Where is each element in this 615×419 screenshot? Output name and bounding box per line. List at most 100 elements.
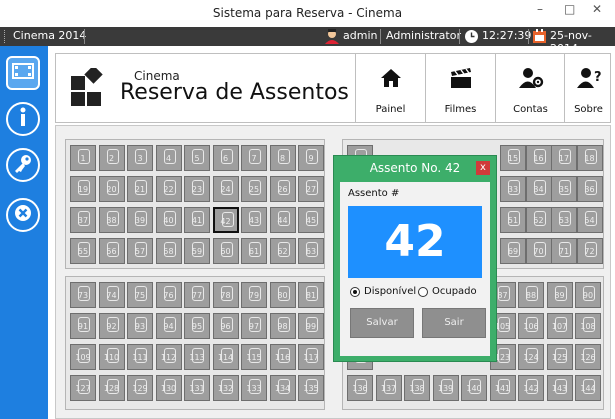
seat-button[interactable]: 76 [155,282,182,308]
seat-button[interactable]: 132 [212,375,239,401]
sidebar-item-films[interactable] [6,56,40,90]
seat-button[interactable]: 72 [576,238,603,264]
seat-button[interactable]: 61 [241,238,267,264]
seat-button[interactable]: 117 [298,344,324,370]
seat-button[interactable]: 23 [184,176,210,202]
seat-button[interactable]: 35 [551,176,577,202]
seat-button[interactable]: 143 [546,375,573,401]
seat-button[interactable]: 69 [500,238,526,264]
seat-button[interactable]: 42 [212,207,239,233]
seat-button[interactable]: 55 [70,238,96,264]
seat-button[interactable]: 57 [127,238,153,264]
seat-button[interactable]: 74 [98,282,125,308]
seat-button[interactable]: 142 [518,375,544,401]
seat-button[interactable]: 111 [127,344,153,370]
nav-filmes-button[interactable]: Filmes [425,54,495,122]
seat-button[interactable]: 137 [375,375,402,401]
seat-button[interactable]: 124 [518,344,544,370]
seat-button[interactable]: 144 [575,375,601,401]
seat-button[interactable]: 110 [98,344,125,370]
minimize-button[interactable]: – [537,2,543,16]
seat-button[interactable]: 112 [155,344,182,370]
seat-button[interactable]: 22 [155,176,182,202]
seat-button[interactable]: 99 [298,313,324,339]
occupied-radio[interactable] [418,287,428,297]
seat-button[interactable]: 4 [155,145,182,171]
seat-button[interactable]: 18 [576,145,603,171]
seat-button[interactable]: 17 [551,145,577,171]
seat-button[interactable]: 90 [575,282,601,308]
seat-button[interactable]: 92 [98,313,125,339]
seat-button[interactable]: 95 [184,313,210,339]
seat-button[interactable]: 54 [576,207,603,233]
seat-button[interactable]: 109 [70,344,96,370]
seat-button[interactable]: 37 [70,207,96,233]
dialog-close-button[interactable]: x [476,161,490,175]
seat-button[interactable]: 91 [70,313,96,339]
seat-button[interactable]: 106 [518,313,544,339]
seat-button[interactable]: 63 [298,238,324,264]
seat-button[interactable]: 114 [212,344,239,370]
seat-button[interactable]: 60 [212,238,239,264]
seat-button[interactable]: 16 [525,145,552,171]
seat-button[interactable]: 108 [575,313,601,339]
seat-button[interactable]: 58 [155,238,182,264]
seat-button[interactable]: 56 [98,238,125,264]
seat-button[interactable]: 97 [241,313,267,339]
seat-button[interactable]: 20 [98,176,125,202]
seat-button[interactable]: 70 [525,238,552,264]
seat-button[interactable]: 9 [298,145,324,171]
maximize-button[interactable]: □ [564,2,575,16]
seat-button[interactable]: 59 [184,238,210,264]
seat-button[interactable]: 33 [500,176,526,202]
seat-button[interactable]: 1 [70,145,96,171]
seat-button[interactable]: 127 [70,375,96,401]
sidebar-item-info[interactable] [6,102,40,136]
sidebar-item-key[interactable] [6,148,40,182]
seat-button[interactable]: 52 [525,207,552,233]
seat-button[interactable]: 94 [155,313,182,339]
seat-button[interactable]: 135 [298,375,324,401]
seat-button[interactable]: 38 [98,207,125,233]
seat-button[interactable]: 45 [298,207,324,233]
seat-button[interactable]: 131 [184,375,210,401]
seat-button[interactable]: 25 [241,176,267,202]
seat-button[interactable]: 34 [525,176,552,202]
nav-painel-button[interactable]: Painel [355,54,425,122]
seat-button[interactable]: 73 [70,282,96,308]
close-window-button[interactable]: ✕ [592,2,602,16]
seat-button[interactable]: 80 [269,282,296,308]
seat-button[interactable]: 62 [269,238,296,264]
seat-button[interactable]: 133 [241,375,267,401]
seat-button[interactable]: 75 [127,282,153,308]
seat-button[interactable]: 88 [518,282,544,308]
seat-button[interactable]: 98 [269,313,296,339]
available-radio[interactable] [350,287,360,297]
seat-button[interactable]: 93 [127,313,153,339]
seat-button[interactable]: 129 [127,375,153,401]
seat-button[interactable]: 27 [298,176,324,202]
seat-button[interactable]: 6 [212,145,239,171]
seat-button[interactable]: 19 [70,176,96,202]
seat-button[interactable]: 139 [432,375,459,401]
seat-button[interactable]: 126 [575,344,601,370]
seat-button[interactable]: 134 [269,375,296,401]
seat-button[interactable]: 5 [184,145,210,171]
seat-button[interactable]: 53 [551,207,577,233]
exit-button[interactable]: Sair [422,308,486,338]
seat-button[interactable]: 77 [184,282,210,308]
seat-button[interactable]: 24 [212,176,239,202]
seat-button[interactable]: 40 [155,207,182,233]
seat-button[interactable]: 8 [269,145,296,171]
seat-button[interactable]: 115 [241,344,267,370]
seat-button[interactable]: 96 [212,313,239,339]
seat-button[interactable]: 36 [576,176,603,202]
seat-button[interactable]: 79 [241,282,267,308]
seat-button[interactable]: 3 [127,145,153,171]
seat-button[interactable]: 125 [546,344,573,370]
seat-button[interactable]: 15 [500,145,526,171]
seat-button[interactable]: 39 [127,207,153,233]
seat-button[interactable]: 78 [212,282,239,308]
seat-button[interactable]: 140 [461,375,487,401]
seat-button[interactable]: 26 [269,176,296,202]
